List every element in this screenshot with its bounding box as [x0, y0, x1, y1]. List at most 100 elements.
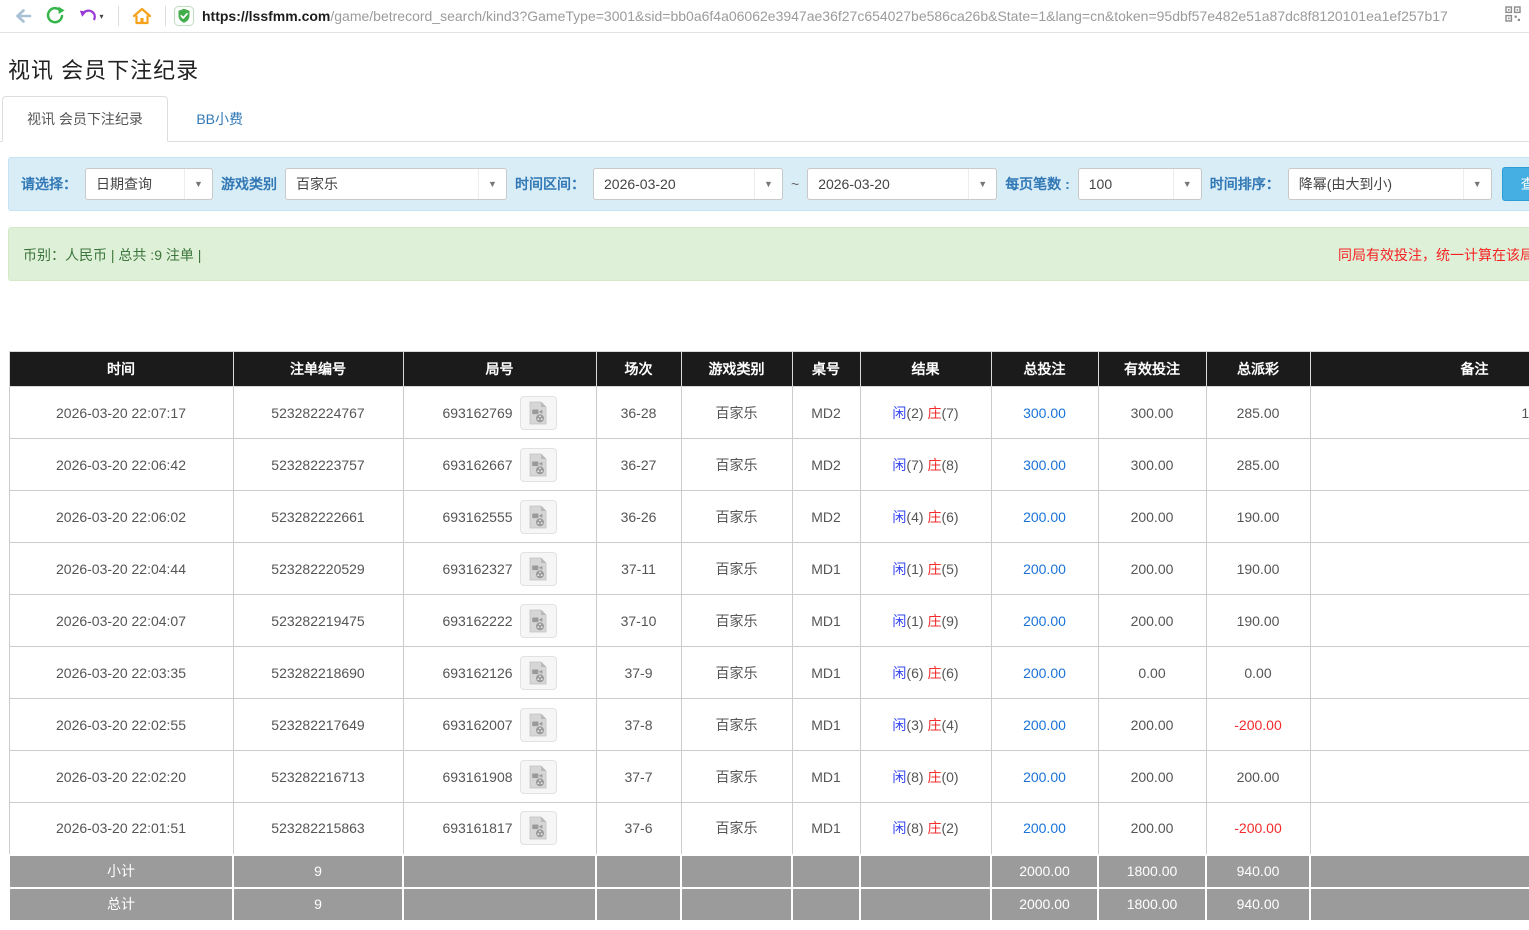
video-file-icon [528, 401, 548, 425]
total-bet-link[interactable]: 200.00 [991, 647, 1098, 699]
chevron-down-icon[interactable]: ▼ [1173, 169, 1201, 199]
banker-count: (8) [941, 457, 958, 473]
total-bet-link[interactable]: 200.00 [991, 699, 1098, 751]
grand-total-label: 总计 [9, 888, 233, 921]
session-number: 36-28 [596, 387, 681, 439]
url-text[interactable]: https://lssfmm.com/game/betrecord_search… [202, 8, 1448, 24]
qr-code-icon[interactable] [1505, 6, 1521, 27]
banker-label: 庄 [927, 613, 941, 629]
table-row: 2026-03-20 22:02:55 523282217649 6931620… [9, 699, 1529, 751]
table-row: 2026-03-20 22:07:17 523282224767 6931627… [9, 387, 1529, 439]
col-valid-bet: 有效投注 [1098, 352, 1206, 387]
tab-bb-tips[interactable]: BB小费 [172, 97, 267, 141]
player-label: 闲 [892, 457, 906, 473]
banker-count: (5) [941, 561, 958, 577]
bet-time: 2026-03-20 22:04:07 [9, 595, 233, 647]
player-count: (8) [906, 820, 923, 836]
game-type: 百家乐 [681, 751, 792, 803]
video-replay-button[interactable] [520, 760, 557, 794]
valid-bet: 0.00 [1098, 647, 1206, 699]
chevron-down-icon[interactable]: ▼ [184, 169, 212, 199]
round-number: 693161908 [442, 769, 512, 785]
session-number: 37-7 [596, 751, 681, 803]
video-replay-button[interactable] [520, 448, 557, 482]
video-replay-button[interactable] [520, 708, 557, 742]
date-from-select[interactable]: 2026-03-20 ▼ [593, 168, 783, 200]
col-round-number: 局号 [403, 352, 596, 387]
player-label: 闲 [892, 717, 906, 733]
table-row: 2026-03-20 22:06:02 523282222661 6931625… [9, 491, 1529, 543]
player-label: 闲 [892, 509, 906, 525]
total-bet-link[interactable]: 300.00 [991, 439, 1098, 491]
search-button[interactable]: 查询 [1502, 167, 1529, 201]
undo-dropdown-caret[interactable]: ▾ [99, 12, 103, 21]
video-replay-button[interactable] [520, 396, 557, 430]
video-replay-button[interactable] [520, 552, 557, 586]
query-mode-select[interactable]: 日期查询 ▼ [85, 168, 213, 200]
total-bet-link[interactable]: 200.00 [991, 543, 1098, 595]
total-bet-link[interactable]: 200.00 [991, 803, 1098, 855]
sort-order-label: 时间排序： [1210, 174, 1280, 194]
url-domain: https://lssfmm.com [202, 8, 330, 24]
query-mode-label: 请选择： [21, 174, 77, 194]
video-file-icon [528, 765, 548, 789]
total-payout: 285.00 [1206, 439, 1310, 491]
player-count: (6) [906, 665, 923, 681]
page-size-select[interactable]: 100 ▼ [1078, 168, 1202, 200]
col-result: 结果 [860, 352, 991, 387]
game-type: 百家乐 [681, 491, 792, 543]
date-range-tilde: ~ [791, 176, 799, 192]
date-to-select[interactable]: 2026-03-20 ▼ [807, 168, 997, 200]
table-number: MD2 [792, 439, 860, 491]
remark: 428.77/428.77 [1310, 647, 1529, 699]
total-bet-link[interactable]: 200.00 [991, 595, 1098, 647]
subtotal-total-bet: 2000.00 [991, 855, 1098, 888]
total-bet-link[interactable]: 200.00 [991, 751, 1098, 803]
game-type-select[interactable]: 百家乐 ▼ [285, 168, 507, 200]
chevron-down-icon[interactable]: ▼ [1463, 169, 1491, 199]
home-icon[interactable] [127, 3, 157, 29]
sort-order-select[interactable]: 降幂(由大到小) ▼ [1288, 168, 1492, 200]
total-payout: 0.00 [1206, 647, 1310, 699]
total-payout: -200.00 [1206, 803, 1310, 855]
undo-icon[interactable]: ▾ [72, 3, 110, 29]
banker-count: (9) [941, 613, 958, 629]
chevron-down-icon[interactable]: ▼ [754, 169, 782, 199]
banker-label: 庄 [927, 769, 941, 785]
back-icon[interactable] [8, 3, 38, 29]
address-bar[interactable]: https://lssfmm.com/game/betrecord_search… [174, 6, 1499, 26]
table-body: 2026-03-20 22:07:17 523282224767 6931627… [9, 387, 1529, 855]
round-number: 693162555 [442, 509, 512, 525]
col-table-number: 桌号 [792, 352, 860, 387]
sort-order-value: 降幂(由大到小) [1299, 174, 1392, 194]
bet-number: 523282222661 [233, 491, 403, 543]
table-header: 时间 注单编号 局号 场次 游戏类别 桌号 结果 总投注 有效投注 总派彩 备注 [9, 352, 1529, 387]
chevron-down-icon[interactable]: ▼ [968, 169, 996, 199]
refresh-icon[interactable] [40, 3, 70, 29]
total-bet-link[interactable]: 200.00 [991, 491, 1098, 543]
banker-count: (7) [941, 405, 958, 421]
page-title: 视讯 会员下注纪录 [8, 53, 1529, 85]
valid-bet-notice-text: 同局有效投注，统一计算在该局 [1338, 245, 1529, 265]
valid-bet: 200.00 [1098, 543, 1206, 595]
grand-total-total-bet: 2000.00 [991, 888, 1098, 921]
subtotal-row: 小计 9 2000.00 1800.00 940.00 [9, 855, 1529, 888]
table-row: 2026-03-20 22:04:44 523282220529 6931623… [9, 543, 1529, 595]
video-replay-button[interactable] [520, 656, 557, 690]
video-replay-button[interactable] [520, 604, 557, 638]
video-replay-button[interactable] [520, 500, 557, 534]
table-number: MD2 [792, 491, 860, 543]
player-label: 闲 [892, 613, 906, 629]
browser-toolbar: ▾ https://lssfmm.com/game/betrecord_sear… [0, 0, 1529, 33]
result-cell: 闲(1) 庄(9) [860, 595, 991, 647]
banker-label: 庄 [927, 457, 941, 473]
chevron-down-icon[interactable]: ▼ [478, 169, 506, 199]
total-bet-link[interactable]: 300.00 [991, 387, 1098, 439]
video-replay-button[interactable] [520, 811, 557, 845]
remark: 998.77/1283.77 [1310, 439, 1529, 491]
tab-bet-records[interactable]: 视讯 会员下注纪录 [2, 96, 168, 142]
table-number: MD1 [792, 647, 860, 699]
total-payout: 190.00 [1206, 595, 1310, 647]
total-payout: 190.00 [1206, 491, 1310, 543]
page-size-value: 100 [1089, 176, 1112, 192]
